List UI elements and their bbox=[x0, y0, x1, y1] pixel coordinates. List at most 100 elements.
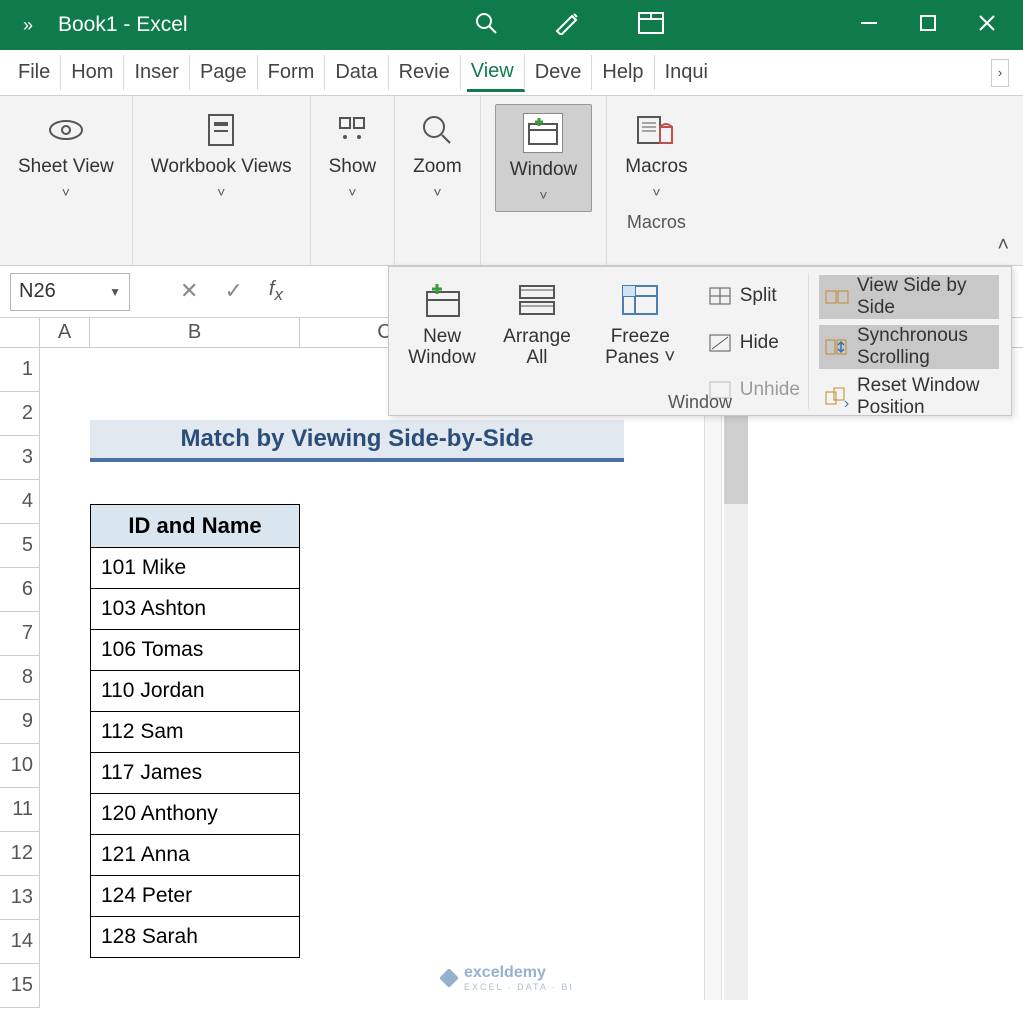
split-icon bbox=[708, 284, 732, 308]
tab-insert[interactable]: Inser bbox=[130, 55, 189, 90]
table-row[interactable]: 121 Anna bbox=[91, 835, 299, 876]
data-table: ID and Name 101 Mike103 Ashton106 Tomas1… bbox=[90, 504, 300, 958]
show-label: Show bbox=[329, 156, 377, 178]
row-header[interactable]: 14 bbox=[0, 920, 40, 964]
titlebar: » Book1 - Excel bbox=[0, 0, 1023, 50]
row-header[interactable]: 9 bbox=[0, 700, 40, 744]
ribbon: Sheet View Workbook Views Show Zoom Wind… bbox=[0, 96, 1023, 266]
watermark-tagline: EXCEL · DATA · BI bbox=[464, 982, 574, 992]
vertical-scrollbar[interactable] bbox=[724, 380, 748, 1000]
name-box-value: N26 bbox=[19, 280, 56, 303]
tab-review[interactable]: Revie bbox=[395, 55, 461, 90]
layout-icon[interactable] bbox=[638, 12, 664, 39]
window-label: Window bbox=[510, 159, 578, 181]
tab-developer[interactable]: Deve bbox=[531, 55, 593, 90]
table-row[interactable]: 117 James bbox=[91, 753, 299, 794]
sheet-view-button[interactable]: Sheet View bbox=[14, 104, 118, 206]
table-row[interactable]: 103 Ashton bbox=[91, 589, 299, 630]
titlebar-overflow-button[interactable]: » bbox=[6, 15, 50, 36]
minimize-button[interactable] bbox=[859, 13, 879, 38]
freeze-panes-label: Freeze Panes ˅ bbox=[593, 327, 688, 369]
macros-icon bbox=[636, 110, 676, 150]
row-header[interactable]: 4 bbox=[0, 480, 40, 524]
cancel-icon[interactable]: ✕ bbox=[180, 278, 198, 305]
ribbon-tabs: File Hom Inser Page Form Data Revie View… bbox=[0, 50, 1023, 96]
new-window-icon bbox=[523, 113, 563, 153]
document-title: Book1 - Excel bbox=[58, 13, 278, 37]
tab-home[interactable]: Hom bbox=[67, 55, 124, 90]
row-header[interactable]: 10 bbox=[0, 744, 40, 788]
hide-button[interactable]: Hide bbox=[708, 324, 800, 361]
name-box[interactable]: N26 ▼ bbox=[10, 273, 130, 311]
tab-formulas[interactable]: Form bbox=[264, 55, 326, 90]
table-row[interactable]: 106 Tomas bbox=[91, 630, 299, 671]
table-row[interactable]: 110 Jordan bbox=[91, 671, 299, 712]
tab-help[interactable]: Help bbox=[598, 55, 654, 90]
tab-view[interactable]: View bbox=[467, 54, 525, 92]
workbook-views-label: Workbook Views bbox=[151, 156, 292, 178]
row-header[interactable]: 7 bbox=[0, 612, 40, 656]
row-header[interactable]: 8 bbox=[0, 656, 40, 700]
synchronous-scrolling-label: Synchronous Scrolling bbox=[857, 325, 993, 369]
chevron-down-icon[interactable]: ▼ bbox=[109, 285, 121, 299]
row-header[interactable]: 2 bbox=[0, 392, 40, 436]
show-button[interactable]: Show bbox=[325, 104, 381, 206]
workbook-views-button[interactable]: Workbook Views bbox=[147, 104, 296, 206]
table-row[interactable]: 112 Sam bbox=[91, 712, 299, 753]
freeze-panes-button[interactable]: * Freeze Panes ˅ bbox=[587, 275, 694, 371]
split-bar[interactable] bbox=[704, 380, 722, 1000]
watermark: exceldemy EXCEL · DATA · BI bbox=[440, 964, 574, 992]
column-header-A[interactable]: A bbox=[40, 318, 90, 347]
select-all-corner[interactable] bbox=[0, 318, 40, 347]
tab-page-layout[interactable]: Page bbox=[196, 55, 258, 90]
freeze-panes-icon: * bbox=[617, 277, 663, 323]
new-window-label: New Window bbox=[403, 327, 481, 369]
macros-button[interactable]: Macros bbox=[621, 104, 691, 206]
table-row[interactable]: 120 Anthony bbox=[91, 794, 299, 835]
arrange-all-label: Arrange All bbox=[503, 327, 571, 369]
arrange-all-button[interactable]: Arrange All bbox=[497, 275, 577, 371]
row-header[interactable]: 11 bbox=[0, 788, 40, 832]
column-header-B[interactable]: B bbox=[90, 318, 300, 347]
tab-data[interactable]: Data bbox=[331, 55, 388, 90]
hide-icon bbox=[708, 331, 732, 355]
row-header[interactable]: 5 bbox=[0, 524, 40, 568]
row-header[interactable]: 12 bbox=[0, 832, 40, 876]
table-row[interactable]: 128 Sarah bbox=[91, 917, 299, 957]
table-header[interactable]: ID and Name bbox=[91, 505, 299, 548]
close-button[interactable] bbox=[977, 13, 997, 38]
pen-icon[interactable] bbox=[554, 11, 582, 40]
svg-text:*: * bbox=[627, 282, 633, 289]
zoom-button[interactable]: Zoom bbox=[409, 104, 466, 206]
window-dropdown-panel: New Window Arrange All * Freeze Panes ˅ … bbox=[388, 266, 1012, 416]
window-group-label: Window bbox=[389, 392, 1011, 413]
new-window-button[interactable]: New Window bbox=[397, 275, 487, 371]
enter-icon[interactable]: ✓ bbox=[224, 278, 242, 305]
maximize-button[interactable] bbox=[919, 14, 937, 37]
split-label: Split bbox=[740, 285, 777, 307]
page-icon bbox=[201, 110, 241, 150]
table-row[interactable]: 124 Peter bbox=[91, 876, 299, 917]
sheet-view-label: Sheet View bbox=[18, 156, 114, 178]
row-header[interactable]: 3 bbox=[0, 436, 40, 480]
collapse-ribbon-button[interactable]: ˄ bbox=[997, 234, 1009, 257]
sheet-title-cell[interactable]: Match by Viewing Side-by-Side bbox=[90, 420, 624, 462]
row-header[interactable]: 13 bbox=[0, 876, 40, 920]
sync-scroll-icon bbox=[825, 335, 849, 359]
window-button[interactable]: Window bbox=[495, 104, 593, 212]
tab-inquire[interactable]: Inqui bbox=[661, 55, 718, 90]
tabs-scroll-right[interactable]: › bbox=[991, 59, 1009, 87]
split-button[interactable]: Split bbox=[708, 277, 800, 314]
grid-dots-icon bbox=[332, 110, 372, 150]
search-icon[interactable] bbox=[474, 11, 498, 40]
row-header[interactable]: 15 bbox=[0, 964, 40, 1008]
tab-file[interactable]: File bbox=[14, 55, 61, 90]
synchronous-scrolling-button[interactable]: Synchronous Scrolling bbox=[819, 325, 999, 369]
view-side-by-side-label: View Side by Side bbox=[857, 275, 993, 319]
zoom-label: Zoom bbox=[413, 156, 462, 178]
view-side-by-side-button[interactable]: View Side by Side bbox=[819, 275, 999, 319]
row-header[interactable]: 6 bbox=[0, 568, 40, 612]
row-header[interactable]: 1 bbox=[0, 348, 40, 392]
table-row[interactable]: 101 Mike bbox=[91, 548, 299, 589]
fx-icon[interactable]: fx bbox=[269, 278, 283, 305]
